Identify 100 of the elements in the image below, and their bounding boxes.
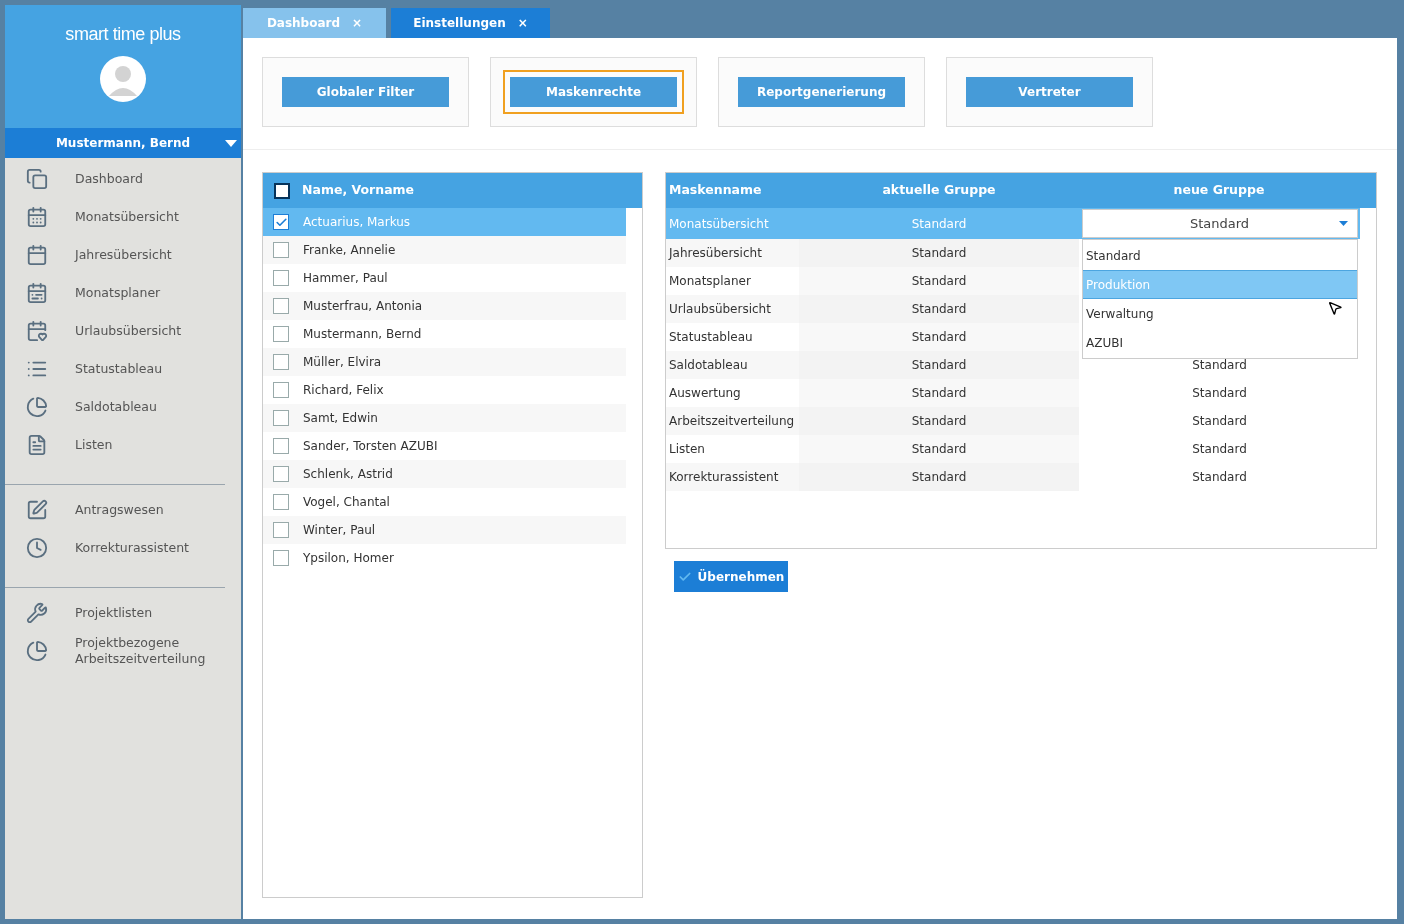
sidebar-item[interactable]: Projektlisten (5, 594, 225, 632)
column-header: aktuelle Gruppe (881, 181, 997, 200)
tab[interactable]: Einstellungen × (391, 8, 550, 38)
settings-button[interactable]: Maskenrechte (510, 77, 677, 107)
checkbox[interactable] (273, 242, 289, 258)
caret-icon (225, 140, 237, 147)
sidebar-item[interactable]: Projektbezogene Arbeitszeitverteilung (5, 632, 225, 670)
table-cell: Standard (799, 351, 1079, 379)
caret-icon (1338, 221, 1348, 226)
checkbox[interactable] (273, 438, 289, 454)
checkbox[interactable] (273, 270, 289, 286)
wrench-icon (26, 602, 48, 624)
sidebar-item[interactable]: Monatsplaner (5, 274, 241, 312)
table-cell-text: Auswertung (668, 385, 742, 402)
edit-icon (26, 499, 48, 521)
cursor-icon (1327, 300, 1343, 316)
table-cell: Standard (799, 379, 1079, 407)
close-icon[interactable]: × (517, 14, 528, 32)
pie-chart-icon (26, 640, 48, 662)
table-cell-text: Jahresübersicht (667, 245, 763, 262)
table-cell-text: Arbeitszeitverteilung (668, 413, 796, 430)
table-row[interactable]: Schlenk, Astrid (263, 460, 626, 488)
document-icon (26, 434, 48, 456)
dropdown-option[interactable]: Verwaltung (1083, 299, 1357, 328)
check-icon (274, 215, 288, 229)
table-cell-text: Monatsplaner (668, 273, 752, 290)
table-cell-text: Standard (1192, 413, 1247, 430)
table-cell-text: Monatsübersicht (668, 215, 770, 233)
table-cell-text: Standard (910, 215, 968, 233)
table-row[interactable]: Franke, Annelie (263, 236, 626, 264)
sidebar-item[interactable]: Jahresübersicht (5, 236, 241, 274)
sidebar-item[interactable]: Urlaubsübersicht (5, 312, 241, 350)
checkbox[interactable] (273, 522, 289, 538)
table-cell-text: Müller, Elvira (303, 354, 382, 371)
table-cell: Standard (799, 435, 1079, 463)
table-cell-text: Richard, Felix (303, 382, 384, 399)
column-header: Name, Vorname (302, 181, 415, 200)
table-cell: Standard (799, 407, 1079, 435)
checkbox[interactable] (274, 182, 290, 199)
calendar-icon (26, 206, 48, 228)
table-cell-text: Saldotableau (668, 357, 749, 374)
user-menu[interactable]: Mustermann, Bernd (5, 128, 241, 158)
checkbox[interactable] (273, 466, 289, 482)
dropdown-option[interactable]: AZUBI (1083, 328, 1357, 357)
column-header: Maskenname (668, 181, 763, 200)
sidebar-item[interactable]: Antragswesen (5, 491, 225, 529)
table-cell-text: Ypsilon, Homer (303, 550, 394, 567)
checkbox[interactable] (273, 494, 289, 510)
table-cell-text: Franke, Annelie (303, 242, 396, 259)
calendar-icon (26, 320, 48, 342)
table-cell-text: Sander, Torsten AZUBI (303, 438, 438, 455)
dropdown-option[interactable]: Standard (1083, 241, 1357, 270)
checkbox[interactable] (273, 354, 289, 370)
checkbox[interactable] (273, 550, 289, 566)
table-cell-text: Musterfrau, Antonia (303, 298, 423, 315)
checkbox[interactable] (273, 298, 289, 314)
settings-button[interactable]: Globaler Filter (282, 77, 449, 107)
app-title: smart time plus (65, 23, 181, 46)
table-cell-text: Samt, Edwin (303, 410, 378, 427)
table-cell-text: Korrekturassistent (668, 469, 780, 486)
table-cell-text: Standard (1192, 385, 1247, 402)
table-cell-text: Schlenk, Astrid (303, 466, 393, 483)
table-cell-text: Vogel, Chantal (303, 494, 390, 511)
clock-icon (26, 537, 48, 559)
checkbox[interactable] (273, 326, 289, 342)
table-row[interactable]: Samt, Edwin (263, 404, 626, 432)
table-cell: Standard (799, 239, 1079, 267)
column-header: neue Gruppe (1172, 181, 1266, 200)
table-row[interactable]: Musterfrau, Antonia (263, 292, 626, 320)
table-cell-text: Mustermann, Bernd (303, 326, 422, 343)
checkbox[interactable] (273, 410, 289, 426)
apply-button[interactable]: Übernehmen (674, 561, 788, 592)
calendar-icon (26, 282, 48, 304)
checkbox[interactable] (273, 214, 289, 230)
sidebar-item[interactable]: Statustableau (5, 350, 241, 388)
checkbox[interactable] (273, 382, 289, 398)
table-cell: Standard (799, 295, 1079, 323)
table-cell-text: Standard (1192, 357, 1247, 374)
calendar-icon (26, 244, 48, 266)
sidebar-item[interactable]: Korrekturassistent (5, 529, 225, 567)
table-cell: Standard (799, 463, 1079, 491)
table-cell-text: Hammer, Paul (303, 270, 388, 287)
table-cell: Standard (799, 267, 1079, 295)
table-row[interactable]: Müller, Elvira (263, 348, 626, 376)
table-cell-text: Standard (1192, 469, 1247, 486)
sidebar-item[interactable]: Listen (5, 426, 241, 464)
avatar-icon (100, 56, 146, 102)
table-cell: Standard (799, 323, 1079, 351)
settings-button[interactable]: Vertreter (966, 77, 1133, 107)
settings-button[interactable]: Reportgenerierung (738, 77, 905, 107)
table-cell-text: Winter, Paul (303, 522, 376, 539)
sidebar-item[interactable]: Dashboard (5, 160, 241, 198)
sidebar-item[interactable]: Monatsübersicht (5, 198, 241, 236)
table-cell-text: Urlaubsübersicht (668, 301, 772, 318)
sidebar-item[interactable]: Saldotableau (5, 388, 241, 426)
group-select[interactable]: Standard (1081, 209, 1358, 238)
table-cell-text: Statustableau (668, 329, 754, 346)
table-row[interactable]: Winter, Paul (263, 516, 626, 544)
pie-chart-icon (26, 396, 48, 418)
windows-icon (26, 168, 48, 190)
